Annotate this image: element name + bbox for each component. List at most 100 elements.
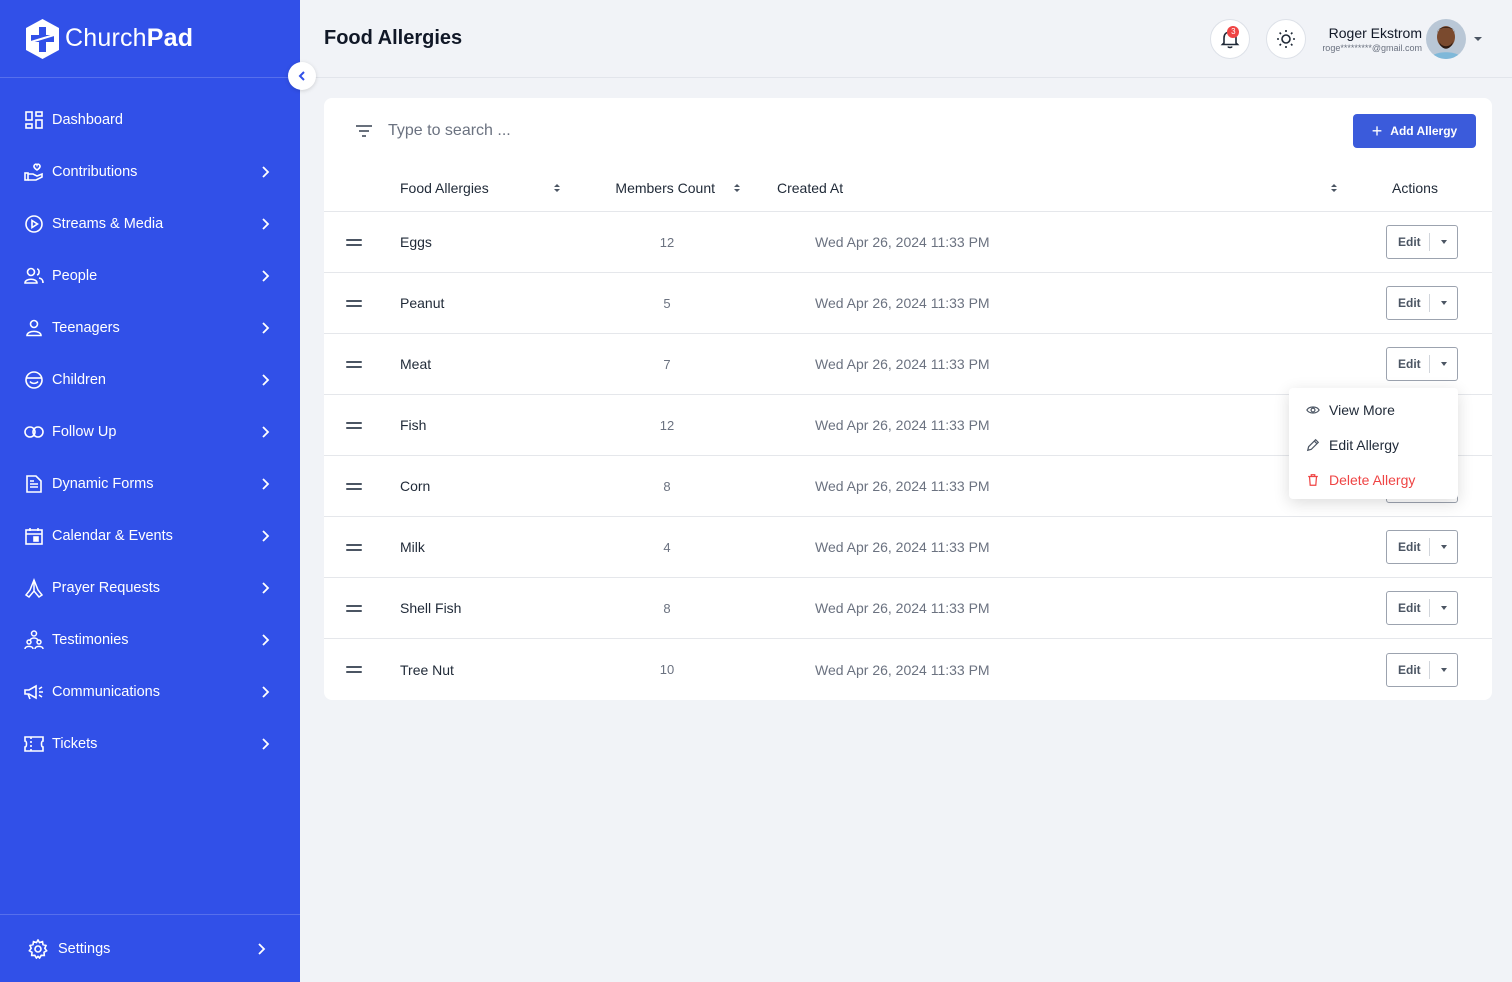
hand-heart-icon (24, 162, 44, 182)
drag-handle-icon[interactable] (346, 666, 362, 673)
edit-button[interactable]: Edit (1387, 601, 1429, 615)
caret-down-icon (1440, 545, 1447, 549)
edit-split-button: Edit (1386, 286, 1458, 320)
sidebar-item-prayer-requests[interactable]: Prayer Requests (0, 562, 300, 614)
top-header: Food Allergies 3 Roger Ekstrom roge*****… (300, 0, 1512, 78)
caret-down-icon (1474, 36, 1482, 41)
edit-split-button: Edit (1386, 225, 1458, 259)
user-email: roge*********@gmail.com (1322, 42, 1422, 53)
column-members-count[interactable]: Members Count (561, 180, 741, 196)
sidebar-item-settings[interactable]: Settings (0, 914, 300, 982)
plus-icon: + (1371, 121, 1383, 141)
smile-icon (24, 370, 44, 390)
filter-icon[interactable] (354, 121, 374, 141)
add-allergy-label: Add Allergy (1390, 124, 1458, 138)
edit-button[interactable]: Edit (1387, 357, 1429, 371)
gear-icon (28, 938, 48, 959)
user-info: Roger Ekstrom roge*********@gmail.com (1322, 25, 1422, 53)
sidebar-item-follow-up[interactable]: Follow Up (0, 406, 300, 458)
column-food-allergies[interactable]: Food Allergies (400, 180, 561, 196)
members-count: 4 (663, 539, 671, 555)
notifications-button[interactable]: 3 (1210, 18, 1251, 59)
menu-item-view-more[interactable]: View More (1289, 392, 1458, 427)
row-actions: Edit (1386, 286, 1492, 320)
edit-split-button: Edit (1386, 530, 1458, 564)
sidebar-item-contributions[interactable]: Contributions (0, 146, 300, 198)
caret-down-icon (1440, 240, 1447, 244)
praying-hands-icon (24, 578, 44, 598)
actions-dropdown-toggle[interactable] (1430, 667, 1457, 673)
drag-handle-icon[interactable] (346, 360, 362, 368)
sidebar-item-teenagers[interactable]: Teenagers (0, 302, 300, 354)
sidebar-item-children[interactable]: Children (0, 354, 300, 406)
table-row: Eggs 12 Wed Apr 26, 2024 11:33 PM Edit (324, 212, 1492, 273)
allergy-name: Tree Nut (400, 661, 454, 678)
sidebar-item-label: Communications (52, 684, 160, 700)
page-title: Food Allergies (324, 27, 463, 49)
drag-handle-icon[interactable] (346, 421, 362, 429)
drag-handle-icon[interactable] (346, 543, 362, 551)
add-allergy-button[interactable]: + Add Allergy (1353, 114, 1476, 148)
search-input[interactable] (388, 122, 1353, 140)
created-at: Wed Apr 26, 2024 11:33 PM (815, 295, 990, 311)
drag-handle-icon[interactable] (346, 299, 362, 307)
drag-handle-icon[interactable] (346, 604, 362, 612)
sidebar-item-communications[interactable]: Communications (0, 666, 300, 718)
table-row: Shell Fish 8 Wed Apr 26, 2024 11:33 PM E… (324, 578, 1492, 639)
sidebar-item-tickets[interactable]: Tickets (0, 718, 300, 770)
sidebar-collapse-button[interactable] (288, 62, 316, 90)
actions-dropdown-toggle[interactable] (1430, 544, 1457, 550)
sidebar-item-streams-media[interactable]: Streams & Media (0, 198, 300, 250)
user-menu[interactable]: Roger Ekstrom roge*********@gmail.com (1322, 18, 1484, 59)
sidebar-item-label: Children (52, 372, 106, 388)
sidebar-item-label: Dynamic Forms (52, 476, 154, 492)
edit-button[interactable]: Edit (1387, 235, 1429, 249)
drag-handle-icon[interactable] (346, 238, 362, 246)
actions-dropdown-toggle[interactable] (1430, 361, 1457, 367)
link-icon (24, 422, 44, 442)
sidebar-nav: Dashboard Contributions Streams & Media … (0, 78, 300, 770)
sidebar-item-dashboard[interactable]: Dashboard (0, 94, 300, 146)
actions-dropdown-toggle[interactable] (1430, 239, 1457, 245)
brand-name: ChurchPad (65, 24, 194, 52)
column-label: Members Count (615, 179, 715, 196)
menu-item-label: Edit Allergy (1329, 436, 1400, 453)
members-count: 8 (663, 478, 671, 494)
ticket-icon (24, 734, 44, 754)
brand[interactable]: ChurchPad (0, 0, 300, 78)
column-label: Created At (777, 179, 844, 196)
sort-icon (734, 183, 740, 192)
sidebar: ChurchPad Dashboard Contributions Stream… (0, 0, 300, 982)
edit-button[interactable]: Edit (1387, 663, 1429, 677)
trash-icon (1308, 473, 1318, 486)
menu-item-edit-allergy[interactable]: Edit Allergy (1289, 427, 1458, 462)
created-at: Wed Apr 26, 2024 11:33 PM (815, 600, 990, 616)
column-created-at[interactable]: Created At (741, 180, 1338, 196)
row-actions: Edit (1386, 652, 1492, 687)
menu-item-label: Delete Allergy (1329, 471, 1416, 488)
edit-split-button: Edit (1386, 347, 1458, 381)
table-header: Food Allergies Members Count Created At … (324, 164, 1492, 212)
edit-button[interactable]: Edit (1387, 540, 1429, 554)
sidebar-item-label: Streams & Media (52, 216, 164, 232)
actions-dropdown-toggle[interactable] (1430, 605, 1457, 611)
notification-badge: 3 (1227, 25, 1240, 38)
sidebar-item-testimonies[interactable]: Testimonies (0, 614, 300, 666)
sidebar-item-people[interactable]: People (0, 250, 300, 302)
sidebar-item-calendar-events[interactable]: Calendar & Events (0, 510, 300, 562)
chevron-right-icon (262, 218, 270, 230)
theme-toggle-button[interactable] (1266, 18, 1307, 59)
sidebar-item-label: Testimonies (52, 632, 129, 648)
sidebar-item-dynamic-forms[interactable]: Dynamic Forms (0, 458, 300, 510)
edit-button[interactable]: Edit (1387, 296, 1429, 310)
row-actions-menu: View More Edit Allergy Delete Allergy (1289, 388, 1458, 499)
churchpad-logo-icon (26, 18, 59, 59)
actions-dropdown-toggle[interactable] (1430, 300, 1457, 306)
members-count: 5 (663, 295, 671, 311)
sort-icon (1331, 183, 1337, 192)
sidebar-item-label: Contributions (52, 164, 138, 180)
menu-item-delete-allergy[interactable]: Delete Allergy (1289, 462, 1458, 497)
drag-handle-icon[interactable] (346, 482, 362, 490)
chevron-right-icon (262, 686, 270, 698)
user-icon (24, 318, 44, 338)
